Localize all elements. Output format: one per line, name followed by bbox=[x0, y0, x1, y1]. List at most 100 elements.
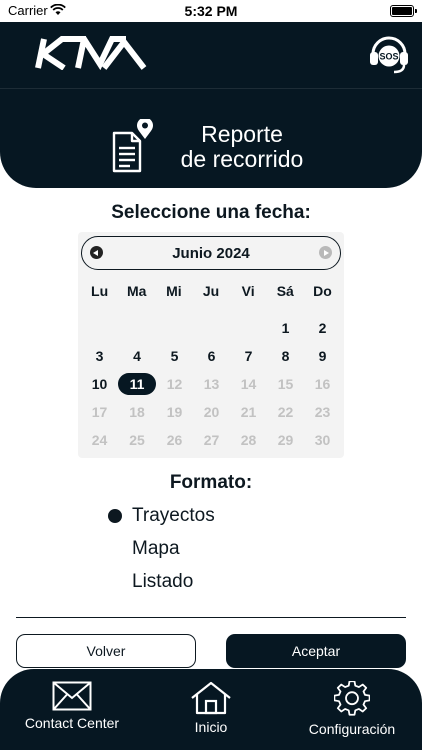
weekday-label: Lu bbox=[91, 283, 109, 299]
calendar-day-17: 17 bbox=[81, 398, 118, 426]
back-button[interactable]: Volver bbox=[16, 634, 196, 668]
calendar-day-12: 12 bbox=[156, 370, 193, 398]
calendar-day-label: 11 bbox=[118, 373, 156, 395]
nav-item-contact-center[interactable]: Contact Center bbox=[22, 681, 122, 741]
calendar-day-13: 13 bbox=[193, 370, 230, 398]
bottom-nav: Contact Center Inicio Configuración bbox=[0, 669, 422, 750]
calendar-day-label: 16 bbox=[314, 376, 331, 392]
calendar-day-1[interactable]: 1 bbox=[267, 314, 304, 342]
calendar-days: 1 2 3 4 5 6 7 8 9 10 11 12 13 14 15 16 17 18 19 20 21 22 23 24 2… bbox=[81, 314, 341, 454]
calendar-day-label: 19 bbox=[166, 404, 183, 420]
calendar-day-label: 1 bbox=[281, 320, 290, 336]
calendar-day-29: 29 bbox=[267, 426, 304, 454]
calendar-day-label: 9 bbox=[318, 348, 327, 364]
calendar-day-label: 24 bbox=[91, 432, 108, 448]
format-option-listado[interactable]: Listado bbox=[108, 570, 193, 594]
calendar-day-30: 30 bbox=[304, 426, 341, 454]
calendar-day-7[interactable]: 7 bbox=[230, 342, 267, 370]
calendar-empty-cell bbox=[230, 314, 267, 342]
radio-unselected-icon bbox=[108, 542, 122, 556]
calendar-day-10[interactable]: 10 bbox=[81, 370, 118, 398]
calendar-day-11[interactable]: 11 bbox=[118, 370, 156, 398]
calendar-day-9[interactable]: 9 bbox=[304, 342, 341, 370]
format-heading: Formato: bbox=[169, 472, 253, 493]
format-option-trayectos[interactable]: Trayectos bbox=[108, 504, 215, 528]
accept-button[interactable]: Aceptar bbox=[226, 634, 406, 668]
kia-logo bbox=[35, 36, 147, 70]
calendar-day-label: 20 bbox=[203, 404, 220, 420]
calendar-day-label: 27 bbox=[203, 432, 220, 448]
calendar-day-label: 25 bbox=[129, 432, 145, 448]
calendar-day-label: 23 bbox=[314, 404, 331, 420]
calendar-day-label: 15 bbox=[277, 376, 294, 392]
nav-item-configuracion[interactable]: Configuración bbox=[302, 681, 402, 741]
weekday-label: Mi bbox=[166, 283, 182, 299]
format-option-label: Trayectos bbox=[132, 505, 215, 526]
calendar-day-22: 22 bbox=[267, 398, 304, 426]
calendar-empty-cell bbox=[156, 314, 193, 342]
weekday-label: Ju bbox=[202, 283, 220, 299]
calendar-day-label: 4 bbox=[133, 348, 141, 364]
format-option-label: Mapa bbox=[132, 538, 180, 559]
calendar-empty-cell bbox=[193, 314, 230, 342]
calendar-day-label: 26 bbox=[166, 432, 183, 448]
radio-unselected-icon bbox=[108, 575, 122, 589]
envelope-icon bbox=[52, 681, 92, 711]
weekday-label: Vi bbox=[241, 283, 255, 299]
calendar-day-label: 7 bbox=[244, 348, 253, 364]
calendar-day-label: 12 bbox=[166, 376, 183, 392]
calendar-header: Junio 2024 bbox=[81, 236, 341, 270]
calendar-day-label: 14 bbox=[240, 376, 257, 392]
calendar-day-5[interactable]: 5 bbox=[156, 342, 193, 370]
headset-sos-icon: SOS bbox=[370, 36, 408, 74]
nav-item-inicio[interactable]: Inicio bbox=[181, 681, 241, 741]
calendar-day-3[interactable]: 3 bbox=[81, 342, 118, 370]
calendar-day-label: 13 bbox=[203, 376, 220, 392]
calendar-day-label: 17 bbox=[91, 404, 108, 420]
calendar-day-label: 10 bbox=[91, 376, 108, 392]
next-month-icon[interactable] bbox=[319, 246, 332, 259]
calendar-day-6[interactable]: 6 bbox=[193, 342, 230, 370]
calendar-day-2[interactable]: 2 bbox=[304, 314, 341, 342]
calendar-day-28: 28 bbox=[230, 426, 267, 454]
calendar-day-21: 21 bbox=[230, 398, 267, 426]
nav-label: Configuración bbox=[308, 721, 396, 737]
calendar-day-label: 8 bbox=[281, 348, 290, 364]
weekday-label: Sá bbox=[276, 283, 294, 299]
divider bbox=[16, 617, 406, 618]
page-title-line1: Reporte bbox=[201, 121, 283, 147]
calendar-day-4[interactable]: 4 bbox=[118, 342, 156, 370]
sos-support-button[interactable]: SOS bbox=[366, 30, 412, 76]
weekday-label: Do bbox=[313, 283, 332, 299]
calendar-day-8[interactable]: 8 bbox=[267, 342, 304, 370]
radio-selected-icon bbox=[108, 509, 122, 523]
date-heading: Seleccione una fecha: bbox=[111, 202, 311, 223]
app-header: SOS bbox=[0, 22, 422, 88]
calendar-day-14: 14 bbox=[230, 370, 267, 398]
calendar-day-label: 22 bbox=[277, 404, 294, 420]
calendar-day-label: 21 bbox=[240, 404, 257, 420]
page-title: Reporte de recorrido bbox=[162, 122, 322, 172]
calendar-day-27: 27 bbox=[193, 426, 230, 454]
calendar-day-23: 23 bbox=[304, 398, 341, 426]
calendar-day-15: 15 bbox=[267, 370, 304, 398]
calendar-day-label: 18 bbox=[129, 404, 145, 420]
calendar-day-label: 30 bbox=[314, 432, 331, 448]
status-time: 5:32 PM bbox=[184, 3, 238, 19]
calendar-day-label: 28 bbox=[240, 432, 257, 448]
calendar-empty-cell bbox=[118, 314, 156, 342]
calendar-day-label: 3 bbox=[95, 348, 104, 364]
calendar-weekdays: Lu Ma Mi Ju Vi Sá Do bbox=[81, 283, 341, 299]
nav-label: Contact Center bbox=[24, 715, 120, 731]
calendar-day-label: 6 bbox=[207, 348, 216, 364]
document-location-icon bbox=[112, 119, 153, 173]
calendar-day-25: 25 bbox=[118, 426, 156, 454]
calendar-day-18: 18 bbox=[118, 398, 156, 426]
calendar-day-label: 29 bbox=[277, 432, 294, 448]
calendar-empty-cell bbox=[81, 314, 118, 342]
calendar-month-label: Junio 2024 bbox=[172, 245, 250, 262]
format-option-mapa[interactable]: Mapa bbox=[108, 537, 180, 561]
sos-label: SOS bbox=[379, 52, 398, 62]
calendar-day-label: 2 bbox=[318, 320, 327, 336]
calendar: Junio 2024 Lu Ma Mi Ju Vi Sá Do 1 2 3 4 5 6 7 8 9 10 11 1… bbox=[78, 232, 344, 458]
